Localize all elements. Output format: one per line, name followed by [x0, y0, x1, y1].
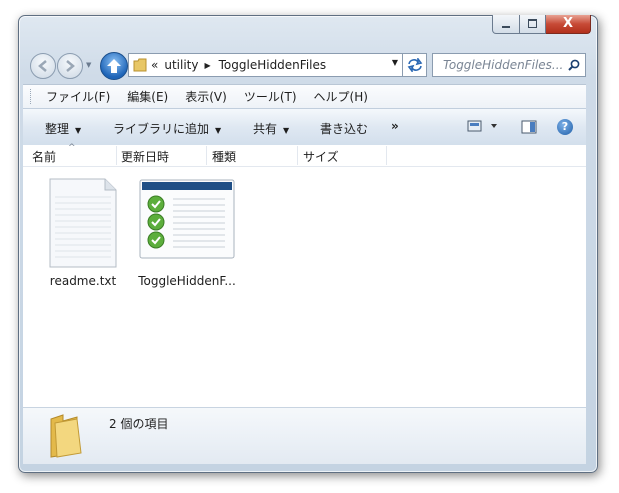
menu-file[interactable]: ファイル(F) — [46, 88, 110, 105]
text-file-icon — [49, 178, 117, 268]
back-arrow-icon — [38, 60, 47, 72]
burn-button[interactable]: 書き込む — [320, 120, 368, 137]
folder-icon — [50, 414, 82, 458]
column-modified[interactable]: 更新日時 — [121, 148, 169, 165]
share-label: 共有 — [253, 122, 278, 136]
breadcrumb-utility[interactable]: utility — [164, 58, 198, 72]
item-count: 2 個の項目 — [109, 417, 169, 431]
chevron-down-icon: ▼ — [215, 126, 222, 135]
refresh-icon — [407, 58, 423, 72]
file-name-label: readme.txt — [49, 274, 117, 288]
search-icon[interactable] — [568, 59, 580, 71]
preview-pane-icon — [521, 120, 537, 134]
up-arrow-icon — [107, 59, 121, 73]
column-divider[interactable] — [206, 146, 207, 165]
file-view: 名前 ^ 更新日時 種類 サイズ readme.txt ToggleHidden… — [23, 143, 586, 407]
menu-bar: ファイル(F) 編集(E) 表示(V) ツール(T) ヘルプ(H) — [23, 84, 586, 108]
add-to-library-label: ライブラリに追加 — [113, 122, 210, 136]
share-button[interactable]: 共有 ▼ — [253, 120, 289, 137]
chevron-down-icon: ▼ — [75, 126, 82, 135]
menu-edit[interactable]: 編集(E) — [127, 88, 168, 105]
maximize-button[interactable] — [520, 15, 546, 34]
organize-button[interactable]: 整理 ▼ — [45, 120, 81, 137]
change-view-button[interactable] — [467, 120, 497, 135]
preview-pane-button[interactable] — [521, 120, 537, 137]
column-type[interactable]: 種類 — [212, 148, 236, 165]
chevron-down-icon: ▼ — [283, 126, 290, 135]
search-input[interactable]: ToggleHiddenFiles... — [443, 58, 563, 72]
add-to-library-button[interactable]: ライブラリに追加 ▼ — [113, 120, 221, 137]
organize-label: 整理 — [45, 122, 70, 136]
search-box[interactable]: ToggleHiddenFiles... — [432, 53, 586, 77]
address-dropdown-icon[interactable]: ▼ — [392, 58, 398, 67]
breadcrumb-separator-icon[interactable]: ▶ — [204, 61, 210, 70]
minimize-button[interactable] — [492, 15, 520, 34]
details-pane: 2 個の項目 — [23, 407, 586, 464]
column-name[interactable]: 名前 — [32, 148, 56, 165]
burn-label: 書き込む — [320, 122, 369, 136]
breadcrumb-overflow[interactable]: « — [151, 58, 158, 72]
application-icon — [139, 179, 235, 259]
file-item-togglehiddenfiles[interactable]: ToggleHiddenF... — [137, 177, 237, 288]
forward-arrow-icon — [66, 60, 75, 72]
help-icon[interactable]: ? — [557, 119, 573, 135]
column-size[interactable]: サイズ — [303, 148, 339, 165]
recent-pages-dropdown[interactable]: ▼ — [86, 61, 91, 69]
folder-icon — [133, 58, 147, 72]
command-bar: 整理 ▼ ライブラリに追加 ▼ 共有 ▼ 書き込む » ? — [23, 108, 586, 146]
column-divider[interactable] — [116, 146, 117, 165]
menu-help[interactable]: ヘルプ(H) — [314, 88, 368, 105]
sort-ascending-icon: ^ — [68, 143, 76, 153]
column-headers: 名前 ^ 更新日時 種類 サイズ — [23, 143, 586, 167]
file-item-readme[interactable]: readme.txt — [33, 177, 133, 288]
up-button[interactable] — [100, 52, 128, 80]
close-button[interactable]: X — [546, 15, 591, 34]
forward-button[interactable] — [57, 53, 83, 79]
address-bar[interactable]: « utility ▶ ToggleHiddenFiles ▼ — [128, 53, 403, 77]
menu-grip — [30, 89, 34, 104]
column-divider[interactable] — [297, 146, 298, 165]
breadcrumb-togglehiddenfiles[interactable]: ToggleHiddenFiles — [219, 58, 327, 72]
view-icon — [467, 120, 497, 132]
menu-tools[interactable]: ツール(T) — [244, 88, 297, 105]
more-commands-button[interactable]: » — [391, 119, 399, 133]
close-icon: X — [562, 16, 574, 31]
refresh-button[interactable] — [403, 53, 427, 77]
back-button[interactable] — [30, 53, 56, 79]
caption-buttons: X — [492, 15, 591, 34]
file-name-label: ToggleHiddenF... — [138, 274, 236, 288]
menu-view[interactable]: 表示(V) — [185, 88, 227, 105]
column-divider[interactable] — [386, 146, 387, 165]
